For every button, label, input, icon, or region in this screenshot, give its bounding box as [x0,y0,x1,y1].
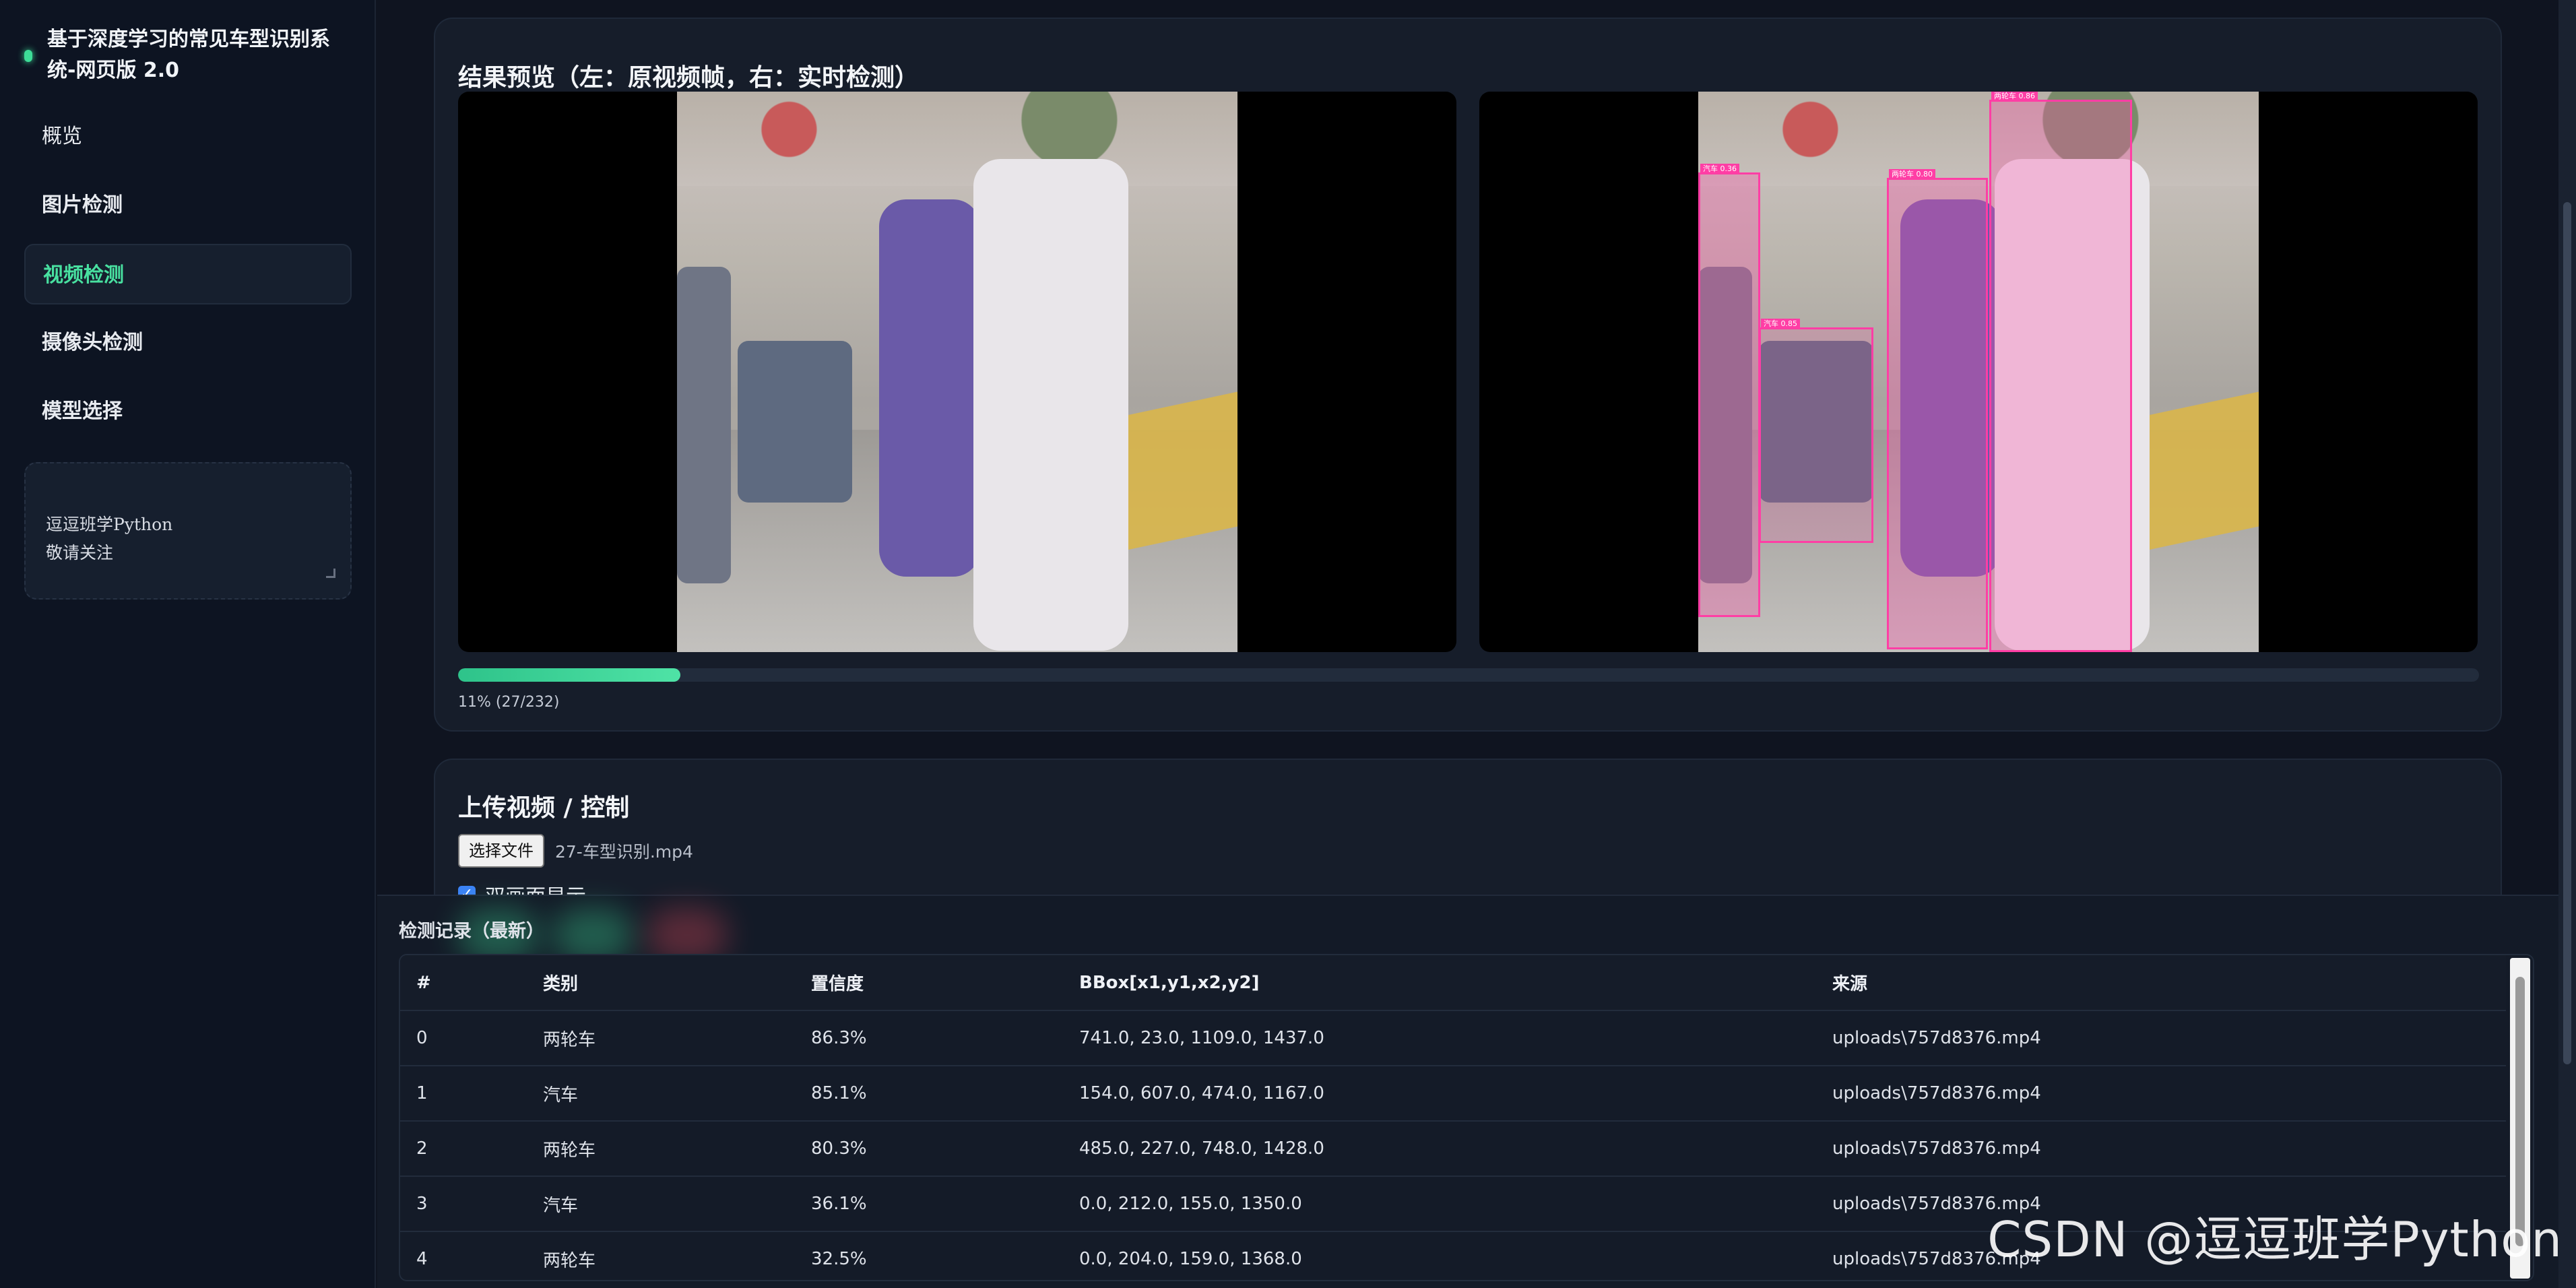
table-row[interactable]: 1 汽车 85.1% 154.0, 607.0, 474.0, 1167.0 u… [400,1066,2506,1122]
table-row[interactable]: 0 两轮车 86.3% 741.0, 23.0, 1109.0, 1437.0 … [400,1010,2506,1066]
original-frame [458,92,1456,652]
cell-class: 两轮车 [527,1231,795,1280]
detection-label: 两轮车 0.86 [1991,92,2038,102]
sidebar-item-overview[interactable]: 概览 [24,106,352,167]
sidebar-nav: 概览 图片检测 视频检测 摄像头检测 模型选择 [24,106,352,450]
cell-source: uploads\757d8376.mp4 [1816,1010,2506,1066]
cell-index: 1 [400,1066,527,1122]
progress-fill [458,668,680,682]
notes-text: 逗逗班学Python 敬请关注 [46,515,173,562]
column-header: 来源 [1816,955,2506,1011]
cell-bbox: 0.0, 212.0, 155.0, 1350.0 [1063,1176,1816,1232]
detection-box: 汽车 0.85 [1759,319,1873,543]
detection-frame-image: 两轮车 0.86 两轮车 0.80 汽车 0.85 汽车 0.36 [1698,92,2259,652]
cell-index: 4 [400,1231,527,1280]
video-frame-image [677,92,1237,652]
sidebar-item-camera-detection[interactable]: 摄像头检测 [24,313,352,373]
cell-bbox: 154.0, 607.0, 474.0, 1167.0 [1063,1066,1816,1122]
cell-bbox: 741.0, 23.0, 1109.0, 1437.0 [1063,1010,1816,1066]
table-row[interactable]: 2 两轮车 80.3% 485.0, 227.0, 748.0, 1428.0 … [400,1121,2506,1177]
cell-confidence: 86.3% [795,1010,1063,1066]
detection-label: 汽车 0.36 [1700,164,1739,174]
sidebar-item-model-selection[interactable]: 模型选择 [24,381,352,442]
resize-grip-icon[interactable] [326,569,335,578]
column-header: # [400,955,527,1011]
cell-class: 两轮车 [527,1121,795,1177]
cell-source: uploads\757d8376.mp4 [1816,1066,2506,1122]
watermark: CSDN @逗逗班学Python [1987,1211,2563,1268]
choose-file-button[interactable]: 选择文件 [458,834,544,868]
cell-class: 汽车 [527,1176,795,1232]
detection-label: 两轮车 0.80 [1889,169,1935,180]
sidebar: 基于深度学习的常见车型识别系统-网页版 2.0 概览 图片检测 视频检测 摄像头… [0,0,376,1288]
table-header-row: # 类别 置信度 BBox[x1,y1,x2,y2] 来源 [400,955,2506,1011]
cell-index: 0 [400,1010,527,1066]
cell-class: 汽车 [527,1066,795,1122]
cell-bbox: 485.0, 227.0, 748.0, 1428.0 [1063,1121,1816,1177]
detection-label: 汽车 0.85 [1761,319,1800,329]
sidebar-item-video-detection[interactable]: 视频检测 [24,244,352,304]
preview-title: 结果预览（左：原视频帧，右：实时检测） [458,64,920,92]
column-header: 类别 [527,955,795,1011]
status-dot-icon [24,50,32,62]
page-scrollbar-thumb[interactable] [2563,202,2571,1064]
main-content: 结果预览（左：原视频帧，右：实时检测） 两轮车 0.86 两轮车 0.80 汽车… [377,0,2576,1288]
cell-bbox: 0.0, 204.0, 159.0, 1368.0 [1063,1231,1816,1280]
file-picker: 选择文件 27-车型识别.mp4 [458,834,693,868]
cell-confidence: 32.5% [795,1231,1063,1280]
detection-box: 两轮车 0.80 [1887,169,1988,649]
cell-index: 3 [400,1176,527,1232]
notes-textarea[interactable]: 逗逗班学Python 敬请关注 [24,462,352,600]
cell-index: 2 [400,1121,527,1177]
detection-box: 汽车 0.36 [1698,164,1760,617]
detection-box: 两轮车 0.86 [1989,92,2132,652]
sidebar-item-image-detection[interactable]: 图片检测 [24,175,352,236]
file-name: 27-车型识别.mp4 [555,842,693,862]
preview-card: 结果预览（左：原视频帧，右：实时检测） 两轮车 0.86 两轮车 0.80 汽车… [434,18,2502,732]
column-header: 置信度 [795,955,1063,1011]
column-header: BBox[x1,y1,x2,y2] [1063,955,1816,1011]
page-scrollbar[interactable] [2558,0,2576,1288]
detection-frame: 两轮车 0.86 两轮车 0.80 汽车 0.85 汽车 0.36 [1479,92,2478,652]
progress-text: 11% (27/232) [458,694,560,711]
app-title: 基于深度学习的常见车型识别系统-网页版 2.0 [47,28,330,82]
cell-confidence: 36.1% [795,1176,1063,1232]
upload-title: 上传视频 / 控制 [458,794,630,822]
progress-bar [458,668,2479,682]
cell-source: uploads\757d8376.mp4 [1816,1121,2506,1177]
cell-confidence: 80.3% [795,1121,1063,1177]
records-title: 检测记录（最新） [399,921,544,942]
cell-confidence: 85.1% [795,1066,1063,1122]
cell-class: 两轮车 [527,1010,795,1066]
